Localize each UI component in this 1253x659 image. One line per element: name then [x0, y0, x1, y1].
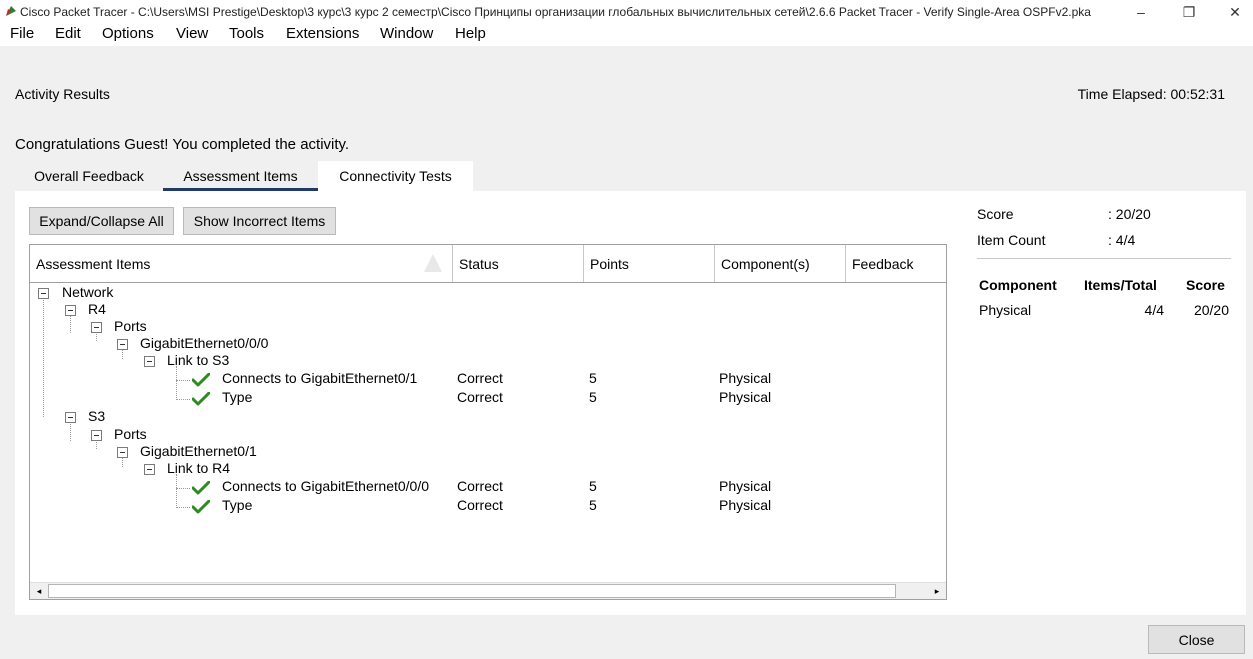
menu-bar: File Edit Options View Tools Extensions …	[0, 24, 1253, 46]
menu-tools[interactable]: Tools	[229, 25, 264, 42]
scrollbar-thumb[interactable]	[48, 584, 896, 598]
horizontal-scrollbar[interactable]: ◂ ▸	[30, 582, 946, 599]
tab-overall-feedback[interactable]: Overall Feedback	[15, 161, 163, 191]
tree-node-ports[interactable]: Ports	[114, 426, 147, 442]
menu-help[interactable]: Help	[455, 25, 486, 42]
check-icon	[192, 373, 210, 387]
component-column-header: Component	[979, 277, 1057, 293]
tree-node-link[interactable]: Link to R4	[167, 460, 230, 476]
menu-options[interactable]: Options	[102, 25, 154, 42]
menu-extensions[interactable]: Extensions	[286, 25, 359, 42]
component-cell: Physical	[719, 389, 772, 405]
close-window-button[interactable]: ✕	[1212, 0, 1253, 24]
tree-connector	[176, 507, 190, 508]
collapse-toggle-icon[interactable]	[65, 305, 76, 316]
menu-view[interactable]: View	[176, 25, 208, 42]
column-header-components[interactable]: Component(s)	[715, 245, 846, 282]
activity-results-title: Activity Results	[15, 86, 110, 102]
status-cell: Correct	[457, 389, 503, 405]
item-count-value: : 4/4	[1108, 232, 1136, 248]
score-column-header: Score	[1186, 277, 1225, 293]
check-icon	[192, 481, 210, 495]
menu-window[interactable]: Window	[380, 25, 433, 42]
menu-file[interactable]: File	[10, 25, 34, 42]
tree-connector	[176, 366, 177, 400]
congratulations-message: Congratulations Guest! You completed the…	[15, 136, 350, 153]
restore-button[interactable]: ❐	[1166, 0, 1212, 24]
collapse-toggle-icon[interactable]	[65, 412, 76, 423]
collapse-toggle-icon[interactable]	[91, 430, 102, 441]
tree-connector	[70, 313, 71, 333]
tree-connector	[176, 380, 190, 381]
tree-node-interface[interactable]: GigabitEthernet0/0/0	[140, 335, 268, 351]
items-total-cell: 4/4	[1144, 302, 1164, 318]
menu-edit[interactable]: Edit	[55, 25, 81, 42]
tree-node-ports[interactable]: Ports	[114, 318, 147, 334]
check-icon	[192, 500, 210, 514]
tree-node-interface[interactable]: GigabitEthernet0/1	[140, 443, 257, 459]
collapse-toggle-icon[interactable]	[117, 339, 128, 350]
tree-node-network[interactable]: Network	[62, 284, 113, 300]
tab-assessment-items[interactable]: Assessment Items	[163, 161, 318, 191]
tree-node-item[interactable]: Connects to GigabitEthernet0/0/0	[222, 478, 429, 494]
sort-indicator-icon	[424, 254, 442, 272]
show-incorrect-items-button[interactable]: Show Incorrect Items	[183, 207, 336, 235]
assessment-items-grid: Assessment Items Status Points Component…	[29, 244, 947, 600]
tree-connector	[70, 421, 71, 441]
collapse-toggle-icon[interactable]	[91, 322, 102, 333]
component-score-cell: 20/20	[1193, 302, 1229, 318]
tree-node-r4[interactable]: R4	[88, 301, 106, 317]
column-header-status[interactable]: Status	[453, 245, 584, 282]
column-header-feedback[interactable]: Feedback	[846, 245, 946, 282]
component-cell: Physical	[719, 478, 772, 494]
scroll-left-icon[interactable]: ◂	[32, 584, 46, 598]
tree-node-link[interactable]: Link to S3	[167, 352, 229, 368]
time-elapsed: Time Elapsed: 00:52:31	[1077, 86, 1225, 102]
points-cell: 5	[589, 478, 597, 494]
status-cell: Correct	[457, 370, 503, 386]
tree-connector	[176, 488, 190, 489]
column-header-label: Assessment Items	[36, 256, 151, 272]
tree-connector	[176, 399, 190, 400]
title-bar: Cisco Packet Tracer - C:\Users\MSI Prest…	[0, 0, 1253, 24]
component-cell: Physical	[719, 497, 772, 513]
expand-collapse-all-button[interactable]: Expand/Collapse All	[29, 207, 174, 235]
scroll-right-icon[interactable]: ▸	[930, 584, 944, 598]
points-cell: 5	[589, 370, 597, 386]
packet-tracer-app-icon	[6, 6, 16, 16]
collapse-toggle-icon[interactable]	[117, 447, 128, 458]
tree-node-s3[interactable]: S3	[88, 408, 105, 424]
score-value: : 20/20	[1108, 206, 1151, 222]
close-button[interactable]: Close	[1148, 625, 1245, 654]
collapse-toggle-icon[interactable]	[38, 288, 49, 299]
tab-connectivity-tests[interactable]: Connectivity Tests	[318, 161, 473, 191]
minimize-button[interactable]: –	[1118, 0, 1164, 24]
window-title: Cisco Packet Tracer - C:\Users\MSI Prest…	[20, 5, 1091, 19]
item-count-label: Item Count	[977, 232, 1046, 248]
status-cell: Correct	[457, 497, 503, 513]
tree-connector	[43, 297, 44, 417]
component-name-cell: Physical	[979, 302, 1032, 318]
items-total-column-header: Items/Total	[1084, 277, 1157, 293]
column-header-points[interactable]: Points	[584, 245, 715, 282]
summary-divider	[977, 258, 1231, 259]
component-cell: Physical	[719, 370, 772, 386]
check-icon	[192, 392, 210, 406]
points-cell: 5	[589, 389, 597, 405]
tree-node-item[interactable]: Type	[222, 389, 252, 405]
tree-connector	[176, 474, 177, 508]
column-header-assessment-items[interactable]: Assessment Items	[30, 245, 453, 282]
points-cell: 5	[589, 497, 597, 513]
collapse-toggle-icon[interactable]	[144, 464, 155, 475]
collapse-toggle-icon[interactable]	[144, 356, 155, 367]
grid-header: Assessment Items Status Points Component…	[30, 245, 946, 283]
tree-node-item[interactable]: Type	[222, 497, 252, 513]
tree-connector	[122, 349, 123, 359]
score-label: Score	[977, 206, 1014, 222]
tree-node-item[interactable]: Connects to GigabitEthernet0/1	[222, 370, 417, 386]
tree-connector	[122, 457, 123, 467]
status-cell: Correct	[457, 478, 503, 494]
